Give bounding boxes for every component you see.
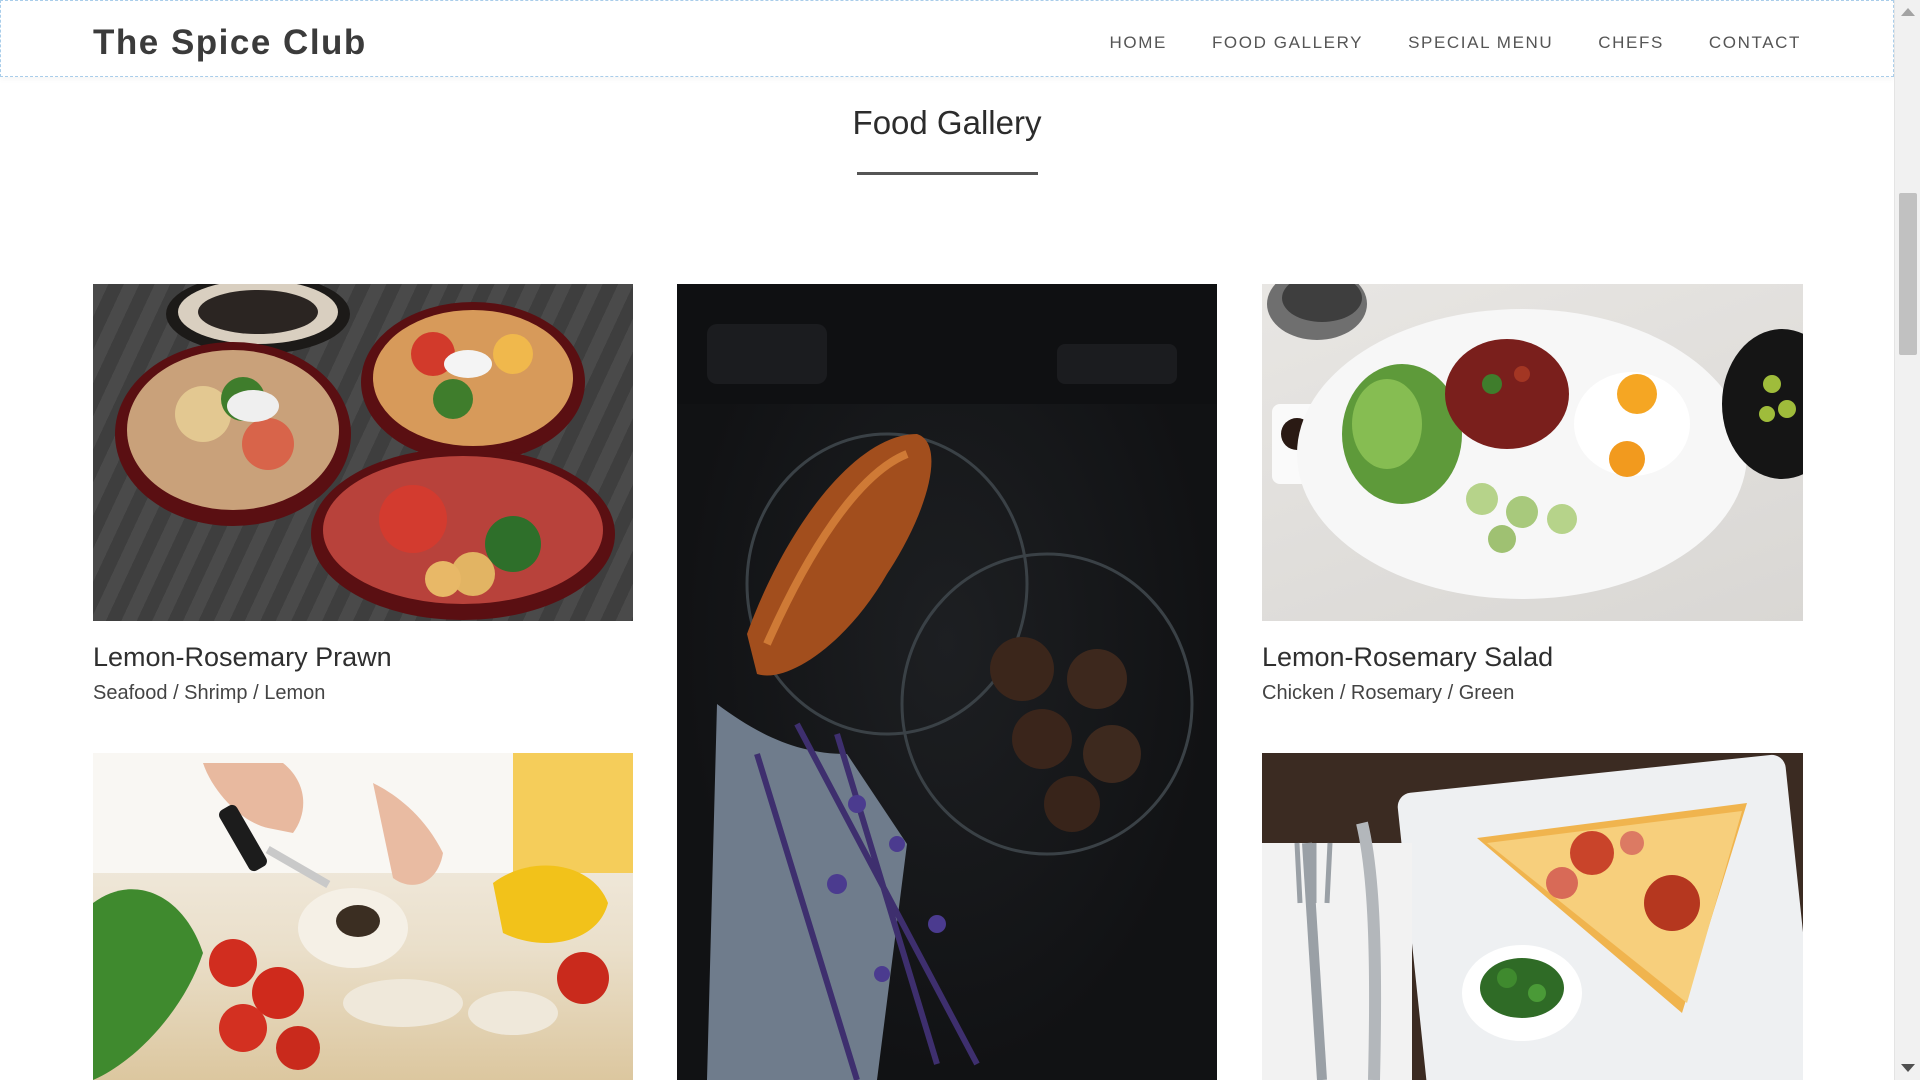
card-title-prawn[interactable]: Lemon-Rosemary Prawn bbox=[93, 642, 392, 673]
title-underline bbox=[857, 172, 1038, 175]
card-title-salad[interactable]: Lemon-Rosemary Salad bbox=[1262, 642, 1553, 673]
navbar: The Spice Club HOME FOOD GALLERY SPECIAL… bbox=[0, 0, 1894, 77]
brand-logo[interactable]: The Spice Club bbox=[93, 23, 367, 63]
nav-special-menu[interactable]: SPECIAL MENU bbox=[1408, 33, 1553, 53]
gallery-image-party-platters[interactable] bbox=[93, 284, 633, 621]
page-viewport: The Spice Club HOME FOOD GALLERY SPECIAL… bbox=[0, 0, 1894, 1080]
vertical-scrollbar[interactable] bbox=[1894, 0, 1920, 1080]
scroll-down-arrow-icon[interactable] bbox=[1901, 1064, 1915, 1072]
gallery-image-croissant[interactable] bbox=[677, 284, 1217, 1080]
card-tags-salad: Chicken / Rosemary / Green bbox=[1262, 682, 1515, 704]
nav-food-gallery[interactable]: FOOD GALLERY bbox=[1212, 33, 1363, 53]
gallery-image-pizza[interactable] bbox=[1262, 753, 1803, 1080]
main-nav: HOME FOOD GALLERY SPECIAL MENU CHEFS CON… bbox=[1110, 33, 1801, 53]
nav-chefs[interactable]: CHEFS bbox=[1598, 33, 1664, 53]
card-tags-prawn: Seafood / Shrimp / Lemon bbox=[93, 682, 326, 704]
nav-contact[interactable]: CONTACT bbox=[1709, 33, 1801, 53]
gallery-image-salad[interactable] bbox=[1262, 284, 1803, 621]
gallery-image-vegetables[interactable] bbox=[93, 753, 633, 1080]
scroll-thumb[interactable] bbox=[1899, 193, 1917, 355]
section-title: Food Gallery bbox=[852, 104, 1042, 141]
nav-home[interactable]: HOME bbox=[1110, 33, 1167, 53]
scroll-up-arrow-icon[interactable] bbox=[1901, 8, 1915, 16]
